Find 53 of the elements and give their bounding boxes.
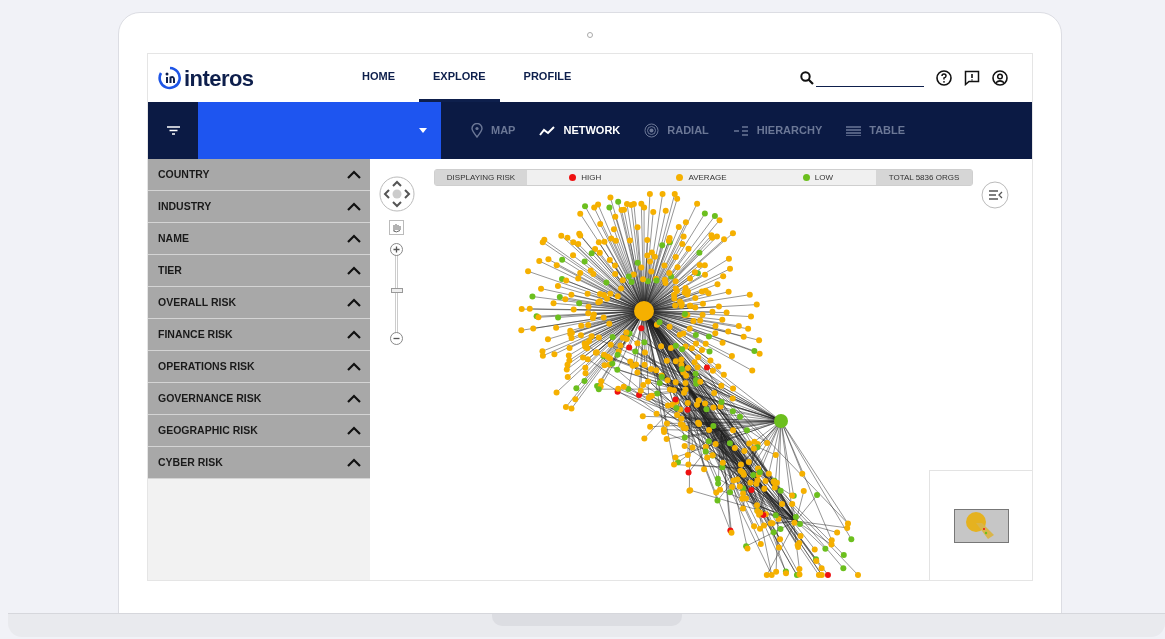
feedback-icon[interactable]	[964, 70, 980, 86]
slider-thumb[interactable]	[391, 287, 403, 293]
chevron-up-icon	[347, 234, 361, 243]
filter-row[interactable]: OPERATIONS RISK	[148, 351, 370, 383]
chevron-up-icon	[347, 394, 361, 403]
filter-row[interactable]: INDUSTRY	[148, 191, 370, 223]
view-tab[interactable]: HIERARCHY	[732, 122, 823, 139]
caret-icon	[419, 128, 427, 133]
filter-icon	[166, 126, 180, 135]
search-icon	[800, 71, 814, 85]
chevron-up-icon	[347, 266, 361, 275]
view-tab[interactable]: RADIAL	[644, 122, 709, 139]
user-account-icon[interactable]	[992, 70, 1008, 86]
zoom-in-icon	[390, 243, 403, 256]
total-count: TOTAL 5836 ORGS	[876, 170, 972, 185]
nav-tab[interactable]: PROFILE	[509, 54, 586, 102]
logo-icon	[158, 66, 182, 90]
chevron-up-icon	[347, 426, 361, 435]
filter-row[interactable]: FINANCE RISK	[148, 319, 370, 351]
hand-tool-icon[interactable]	[389, 220, 404, 235]
concentric-circles-icon	[644, 123, 660, 138]
map-pin-icon	[471, 123, 483, 138]
legend-title: DISPLAYING RISK	[435, 170, 527, 185]
zoom-slider[interactable]	[390, 243, 404, 345]
filter-row[interactable]: GOVERNANCE RISK	[148, 383, 370, 415]
filter-row[interactable]: COUNTRY	[148, 159, 370, 191]
filter-row[interactable]: GEOGRAPHIC RISK	[148, 415, 370, 447]
chevron-up-icon	[347, 298, 361, 307]
view-tab[interactable]: TABLE	[846, 122, 906, 139]
chevron-up-icon	[347, 458, 361, 467]
legend-label: AVERAGE	[688, 171, 727, 184]
help-icon[interactable]	[936, 70, 952, 86]
minimap-thumbnail-drawing[interactable]	[953, 508, 1009, 543]
view-tab[interactable]: NETWORK	[539, 122, 621, 139]
view-tab[interactable]: MAP	[471, 122, 516, 139]
filter-row[interactable]: NAME	[148, 223, 370, 255]
legend-label: LOW	[814, 171, 833, 184]
table-rows-icon	[846, 125, 862, 136]
trend-line-icon	[539, 125, 556, 136]
collapse-panel-icon[interactable]	[981, 181, 1009, 209]
hierarchy-icon	[732, 125, 749, 136]
chevron-up-icon	[347, 362, 361, 371]
filter-row[interactable]: CYBER RISK	[148, 447, 370, 479]
nav-tab[interactable]: HOME	[348, 54, 409, 102]
chevron-up-icon	[347, 330, 361, 339]
logo-text: interos	[184, 64, 254, 93]
chevron-up-icon	[347, 202, 361, 211]
chevron-up-icon	[347, 170, 361, 179]
pan-control-icon[interactable]	[379, 176, 415, 212]
filter-row[interactable]: OVERALL RISK	[148, 287, 370, 319]
filter-row[interactable]: TIER	[148, 255, 370, 287]
zoom-out-icon	[390, 332, 403, 345]
legend-label: HIGH	[581, 171, 602, 184]
